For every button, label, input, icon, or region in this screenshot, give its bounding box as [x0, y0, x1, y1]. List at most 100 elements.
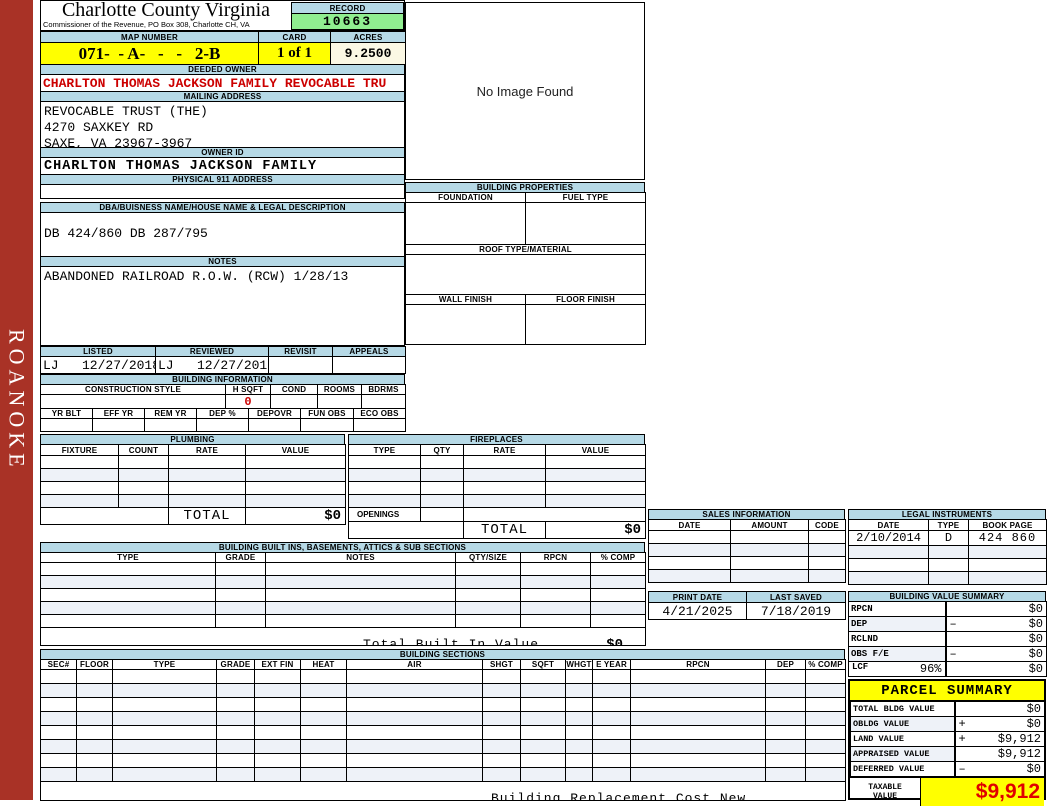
empty-cell: [545, 455, 646, 469]
wall-finish-value: [405, 304, 526, 345]
empty-cell: [346, 753, 483, 768]
empty-row: [40, 601, 646, 615]
appeals-label: APPEALS: [332, 346, 406, 357]
empty-cell: [928, 545, 969, 559]
empty-cell: [216, 683, 255, 698]
empty-cell: [765, 683, 806, 698]
review-header-row: LISTED REVIEWED REVISIT APPEALS: [40, 346, 406, 357]
empty-cell: [565, 669, 593, 684]
empty-cell: [565, 767, 593, 782]
built-ins-total-value: $0: [606, 636, 623, 646]
column-header: NOTES: [265, 552, 456, 563]
parcel-summary-title: PARCEL SUMMARY: [850, 681, 1044, 701]
empty-cell: [40, 418, 93, 432]
empty-cell: [348, 455, 421, 469]
empty-row: [40, 753, 846, 768]
column-header: FUN OBS: [300, 408, 354, 419]
column-header: DEPOVR: [248, 408, 301, 419]
empty-cell: [630, 753, 766, 768]
empty-cell: [648, 530, 731, 544]
building-year-table: YR BLT EFF YR REM YR DEP % DEPOVR FUN OB…: [40, 408, 406, 432]
parcel-summary-row: TOTAL BLDG VALUE $0: [850, 701, 1045, 717]
empty-cell: [765, 697, 806, 712]
empty-cell: [463, 455, 546, 469]
column-header: BDRMS: [361, 384, 406, 395]
column-header: QTY/SIZE: [455, 552, 521, 563]
floor-finish-label: FLOOR FINISH: [525, 294, 646, 305]
empty-cell: [765, 725, 806, 740]
empty-row: [40, 418, 406, 432]
empty-cell: [730, 530, 809, 544]
empty-cell: [765, 767, 806, 782]
empty-cell: [420, 468, 464, 482]
building-sections-footer-row: Building Replacement Cost New: [40, 781, 846, 801]
value-summary-label: LCF: [852, 662, 869, 673]
review-value-row: LJ 12/27/2018 LJ 12/27/2018: [40, 356, 406, 374]
empty-cell: [630, 725, 766, 740]
appeals-value: [332, 356, 406, 374]
empty-cell: [76, 683, 113, 698]
empty-cell: [346, 669, 483, 684]
empty-cell: [245, 481, 346, 495]
empty-cell: [808, 569, 846, 583]
sales-header-row: DATE AMOUNT CODE: [648, 519, 846, 531]
column-header: HEAT: [300, 659, 347, 670]
built-ins-total-cell: Total Built In Value $0: [40, 627, 646, 646]
empty-cell: [482, 767, 521, 782]
empty-cell: [76, 739, 113, 754]
value-summary-row: OBS F/E – $0: [848, 646, 1047, 662]
value-summary-value: $0: [1028, 617, 1043, 631]
empty-cell: [520, 767, 566, 782]
empty-cell: [265, 562, 456, 576]
column-header: ROOMS: [317, 384, 362, 395]
property-record-card: ROANOKE Charlotte County Virginia Commis…: [0, 0, 1050, 806]
empty-row: [648, 569, 846, 583]
column-header: VALUE: [245, 444, 346, 456]
empty-cell: [565, 697, 593, 712]
empty-cell: [216, 711, 255, 726]
empty-cell: [112, 739, 217, 754]
built-ins-total-label: Total Built In Value: [362, 636, 540, 646]
building-value-summary-table: RPCN $0 DEP – $0 RCLND $0 OBS F/E – $0 LCF…: [848, 601, 1047, 677]
empty-cell: [254, 753, 301, 768]
parcel-summary-row: DEFERRED VALUE – $0: [850, 761, 1045, 777]
empty-cell: [463, 507, 646, 522]
parcel-label: DEFERRED VALUE: [850, 761, 955, 777]
empty-cell: [520, 669, 566, 684]
roof-type-value: [405, 254, 646, 295]
empty-cell: [353, 418, 406, 432]
empty-cell: [300, 739, 347, 754]
empty-cell: [420, 455, 464, 469]
empty-cell: [520, 562, 591, 576]
column-header: EXT FIN: [254, 659, 301, 670]
empty-row: [40, 767, 846, 782]
empty-row: [648, 556, 846, 570]
column-header: DEP: [765, 659, 806, 670]
empty-cell: [346, 739, 483, 754]
empty-cell: [545, 494, 646, 508]
last-saved-label: LAST SAVED: [746, 591, 846, 603]
column-header: GRADE: [215, 552, 266, 563]
empty-cell: [928, 558, 969, 572]
dba-text: DB 424/860 DB 287/795: [44, 226, 208, 241]
empty-cell: [805, 753, 846, 768]
empty-cell: [630, 711, 766, 726]
value-summary-op: –: [949, 617, 957, 631]
mailing-line: REVOCABLE TRUST (THE): [44, 104, 208, 119]
mailing-line: 4270 SAXKEY RD: [44, 120, 154, 135]
parcel-label: APPRAISED VALUE: [850, 746, 955, 762]
parcel-op: –: [958, 762, 966, 776]
empty-cell: [92, 418, 145, 432]
parcel-summary-row: APPRAISED VALUE $9,912: [850, 746, 1045, 762]
empty-cell: [346, 711, 483, 726]
empty-cell: [346, 697, 483, 712]
empty-row: [40, 468, 346, 482]
column-header: EFF YR: [92, 408, 145, 419]
empty-cell: [848, 545, 929, 559]
empty-cell: [196, 418, 249, 432]
empty-cell: [565, 711, 593, 726]
empty-row: [40, 494, 346, 508]
floor-finish-value: [525, 304, 646, 345]
parcel-value: $0: [1026, 702, 1041, 716]
column-header: TYPE: [928, 519, 969, 531]
